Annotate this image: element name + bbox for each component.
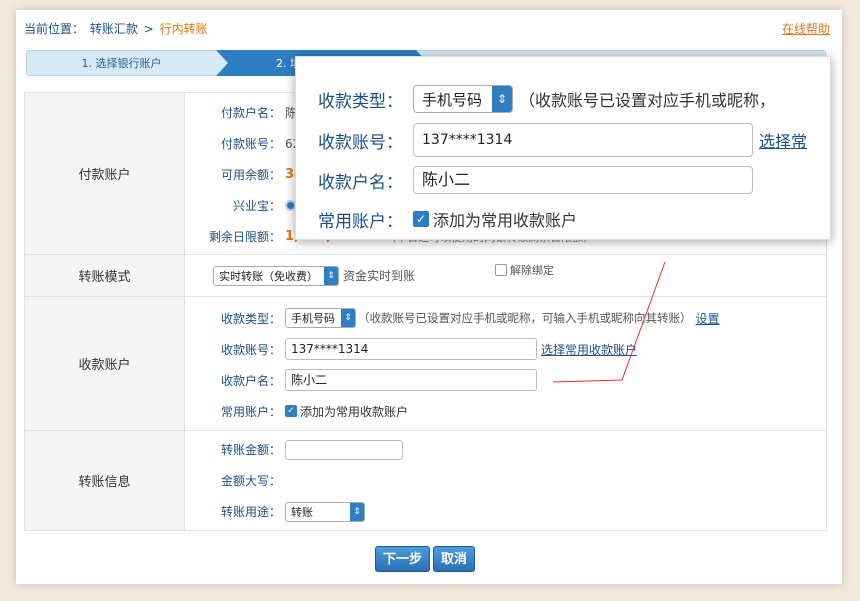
zoom-callout: 收款类型： 手机号码 ⇕ （收款账号已设置对应手机或昵称， 收款账号： 137*… [295,56,831,240]
zoom-choose-common-link[interactable]: 选择常 [759,128,807,152]
zoom-payee-type-value: 手机号码 [422,90,483,109]
zoom-payee-name-row: 收款户名： 陈小二 [296,163,753,197]
zoom-payee-type-row: 收款类型： 手机号码 ⇕ （收款账号已设置对应手机或昵称， [296,82,775,116]
zoom-payee-name-input[interactable]: 陈小二 [413,166,753,194]
zoom-payee-account-input[interactable]: 137****1314 [413,123,753,157]
zoom-payee-account-row: 收款账号： 137****1314 选择常 [296,123,807,157]
checkmark-icon[interactable]: ✓ [413,211,429,227]
field-label: 常用账户： [318,211,403,232]
zoom-common-account-row: 常用账户： ✓ 添加为常用收款账户 [296,202,577,236]
field-label: 收款账号： [318,132,403,153]
chevron-updown-icon: ⇕ [492,86,513,112]
zoom-payee-type-select[interactable]: 手机号码 ⇕ [413,85,514,113]
zoom-common-account-text: 添加为常用收款账户 [433,211,578,230]
annotation-pointer [552,261,666,383]
field-label: 收款户名： [318,172,403,193]
zoom-payee-type-note: （收款账号已设置对应手机或昵称， [519,91,776,110]
field-label: 收款类型： [318,91,403,112]
